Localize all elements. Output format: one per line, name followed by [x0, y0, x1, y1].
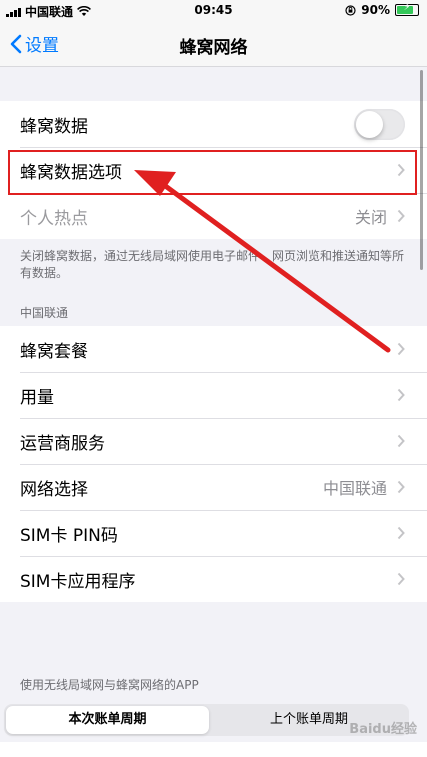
usage-row[interactable]: 用量 [0, 372, 427, 418]
list-item-label: 用量 [20, 387, 54, 408]
battery-percent: 90% [361, 3, 390, 17]
carrier-section-header: 中国联通 [20, 306, 69, 320]
chevron-right-icon [397, 480, 405, 494]
list-item-label: 蜂窝套餐 [20, 341, 88, 362]
chevron-right-icon [397, 342, 405, 356]
network-selection-row[interactable]: 网络选择 中国联通 [0, 464, 427, 510]
chevron-right-icon [397, 209, 405, 223]
sim-pin-row[interactable]: SIM卡 PIN码 [0, 510, 427, 556]
watermark-logo: Baidu经验 [349, 722, 417, 737]
list-item-label: SIM卡应用程序 [20, 571, 136, 592]
carrier-plan-row[interactable]: 蜂窝套餐 [0, 326, 427, 372]
status-bar: 中国联通 09:45 90% ⚡ [0, 0, 427, 22]
scrollbar[interactable] [420, 70, 423, 270]
cellular-data-label: 蜂窝数据 [20, 116, 88, 137]
personal-hotspot-label: 个人热点 [20, 208, 88, 229]
navigation-bar: 设置 蜂窝网络 [0, 22, 427, 67]
list-item-label: 运营商服务 [20, 433, 105, 454]
chevron-right-icon [397, 526, 405, 540]
annotation-highlight-box [8, 150, 417, 195]
chevron-right-icon [397, 388, 405, 402]
apps-list-top [0, 742, 427, 757]
apps-section-header: 使用无线局域网与蜂窝网络的APP [20, 678, 199, 692]
chevron-right-icon [397, 572, 405, 586]
orientation-lock-icon [345, 4, 356, 16]
list-item-label: 网络选择 [20, 479, 88, 500]
carrier-group: 蜂窝套餐 用量 运营商服务 网络选择 中国联通 SIM卡 PIN码 SIM卡应用… [0, 326, 427, 602]
cellular-data-row: 蜂窝数据 [0, 101, 427, 147]
billing-period-segmented-control: 本次账单周期 上个账单周期 [4, 704, 409, 736]
cellular-data-toggle[interactable] [354, 109, 405, 140]
sim-applications-row[interactable]: SIM卡应用程序 [0, 556, 427, 602]
personal-hotspot-row[interactable]: 个人热点 关闭 [0, 193, 427, 239]
carrier-services-row[interactable]: 运营商服务 [0, 418, 427, 464]
chevron-right-icon [397, 434, 405, 448]
segment-current-period[interactable]: 本次账单周期 [6, 706, 209, 734]
network-selection-value: 中国联通 [322, 479, 387, 498]
page-title: 蜂窝网络 [179, 38, 248, 58]
list-item-label: SIM卡 PIN码 [20, 525, 118, 546]
battery-icon: ⚡ [395, 2, 419, 16]
personal-hotspot-value: 关闭 [354, 208, 387, 227]
cellular-footnote: 关闭蜂窝数据，通过无线局域网使用电子邮件、网页浏览和推送通知等所有数据。 [20, 249, 405, 280]
